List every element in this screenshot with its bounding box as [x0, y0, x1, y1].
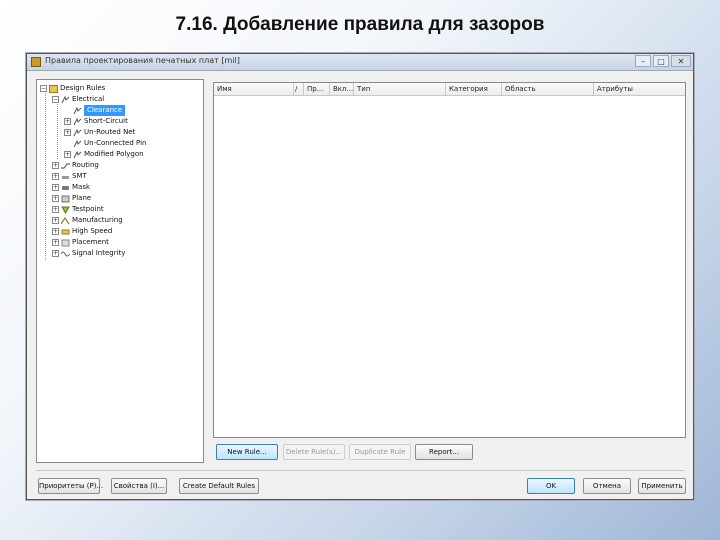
- tree-item-smt[interactable]: + SMT: [52, 171, 87, 182]
- tree-item-routing[interactable]: + Routing: [52, 160, 99, 171]
- rule-icon: [73, 128, 82, 137]
- rule-icon: [73, 106, 82, 115]
- minimize-button[interactable]: –: [635, 55, 651, 67]
- create-default-rules-button[interactable]: Create Default Rules: [179, 478, 259, 494]
- tree-item-signal-integrity[interactable]: + Signal Integrity: [52, 248, 125, 259]
- tree-item-modified-polygon[interactable]: + Modified Polygon: [64, 149, 144, 160]
- electrical-icon: [61, 95, 70, 104]
- footer-separator: [36, 470, 684, 471]
- tree-item-un-connected-pin[interactable]: Un-Connected Pin: [64, 138, 146, 149]
- cancel-button[interactable]: Отмена: [583, 478, 631, 494]
- tree-item-clearance[interactable]: Clearance: [64, 105, 126, 116]
- tree-item-manufacturing[interactable]: + Manufacturing: [52, 215, 123, 226]
- expand-icon[interactable]: +: [52, 228, 59, 235]
- ok-button[interactable]: OK: [527, 478, 575, 494]
- tree-item-label: Electrical: [72, 95, 105, 103]
- tree-item-label: Manufacturing: [72, 216, 123, 224]
- expand-icon[interactable]: +: [52, 173, 59, 180]
- tree-item-plane[interactable]: + Plane: [52, 193, 91, 204]
- column-header-category[interactable]: Категория: [446, 83, 502, 95]
- rule-icon: [73, 139, 82, 148]
- tree-item-label: Mask: [72, 183, 91, 191]
- slide-title: 7.16. Добавление правила для зазоров: [175, 14, 545, 35]
- rules-list[interactable]: Имя / Пр... Вкл... Тип Категория Область…: [213, 82, 686, 438]
- delete-rule-button[interactable]: Delete Rule(s)...: [283, 444, 345, 460]
- expand-icon[interactable]: +: [64, 129, 71, 136]
- column-header-sort[interactable]: /: [294, 83, 304, 95]
- expand-icon[interactable]: +: [52, 206, 59, 213]
- tree-item-label: Un-Connected Pin: [84, 139, 147, 147]
- column-header-name[interactable]: Имя: [214, 83, 294, 95]
- collapse-icon[interactable]: −: [40, 85, 47, 92]
- window-title: Правила проектирования печатных плат [mi…: [45, 56, 240, 65]
- tree-item-un-routed-net[interactable]: + Un-Routed Net: [64, 127, 135, 138]
- high-speed-icon: [61, 228, 70, 236]
- tree-item-label: Design Rules: [60, 84, 106, 92]
- maximize-button[interactable]: □: [653, 55, 669, 67]
- apply-button[interactable]: Применить: [638, 478, 686, 494]
- placement-icon: [61, 239, 70, 247]
- app-icon: [31, 57, 41, 67]
- column-header-attributes[interactable]: Атрибуты: [594, 83, 685, 95]
- tree-item-label: Clearance: [84, 105, 126, 116]
- properties-button[interactable]: Свойства (I)...: [111, 478, 167, 494]
- signal-integrity-icon: [60, 250, 71, 258]
- tree-item-label: Signal Integrity: [72, 249, 126, 257]
- tree-item-label: Routing: [72, 161, 99, 169]
- plane-icon: [61, 195, 70, 203]
- tree-item-label: Short-Circuit: [84, 117, 128, 125]
- expand-icon[interactable]: +: [52, 250, 59, 257]
- window-controls: – □ ✕: [635, 55, 691, 67]
- expand-icon[interactable]: +: [52, 217, 59, 224]
- tree-item-label: Modified Polygon: [84, 150, 144, 158]
- priorities-button[interactable]: Приоритеты (P)...: [38, 478, 103, 494]
- expand-icon[interactable]: +: [64, 118, 71, 125]
- routing-icon: [61, 162, 70, 170]
- tree-item-label: Un-Routed Net: [84, 128, 136, 136]
- rules-table-header: Имя / Пр... Вкл... Тип Категория Область…: [214, 83, 685, 96]
- close-button[interactable]: ✕: [671, 55, 691, 67]
- tree-item-label: Plane: [72, 194, 92, 202]
- report-button[interactable]: Report...: [415, 444, 473, 460]
- column-header-enabled[interactable]: Вкл...: [330, 83, 354, 95]
- title-bar[interactable]: Правила проектирования печатных плат [mi…: [27, 54, 693, 71]
- collapse-icon[interactable]: −: [52, 96, 59, 103]
- new-rule-button[interactable]: New Rule...: [216, 444, 278, 460]
- tree-item-high-speed[interactable]: + High Speed: [52, 226, 112, 237]
- mask-icon: [61, 184, 70, 192]
- rule-icon: [73, 117, 82, 126]
- design-rules-icon: [49, 84, 58, 93]
- column-header-priority[interactable]: Пр...: [304, 83, 330, 95]
- expand-icon[interactable]: +: [52, 184, 59, 191]
- smt-icon: [61, 173, 70, 181]
- tree-item-label: Placement: [72, 238, 109, 246]
- duplicate-rule-button[interactable]: Duplicate Rule: [349, 444, 411, 460]
- tree-item-mask[interactable]: + Mask: [52, 182, 90, 193]
- tree-item-label: SMT: [72, 172, 87, 180]
- tree-item-design-rules[interactable]: − Design Rules: [40, 83, 105, 94]
- tree-item-placement[interactable]: + Placement: [52, 237, 109, 248]
- tree-item-testpoint[interactable]: + Testpoint: [52, 204, 104, 215]
- tree-item-label: Testpoint: [72, 205, 104, 213]
- column-header-type[interactable]: Тип: [354, 83, 446, 95]
- design-rules-dialog: Правила проектирования печатных плат [mi…: [26, 53, 694, 500]
- expand-icon[interactable]: +: [52, 195, 59, 202]
- rules-tree[interactable]: − Design Rules − Electrical Clearance + …: [36, 79, 204, 463]
- tree-item-short-circuit[interactable]: + Short-Circuit: [64, 116, 128, 127]
- expand-icon[interactable]: +: [52, 239, 59, 246]
- testpoint-icon: [61, 206, 70, 214]
- column-header-scope[interactable]: Область: [502, 83, 594, 95]
- tree-item-electrical[interactable]: − Electrical: [52, 94, 104, 105]
- expand-icon[interactable]: +: [64, 151, 71, 158]
- tree-item-label: High Speed: [72, 227, 113, 235]
- rule-icon: [73, 150, 82, 159]
- expand-icon[interactable]: +: [52, 162, 59, 169]
- manufacturing-icon: [60, 216, 70, 225]
